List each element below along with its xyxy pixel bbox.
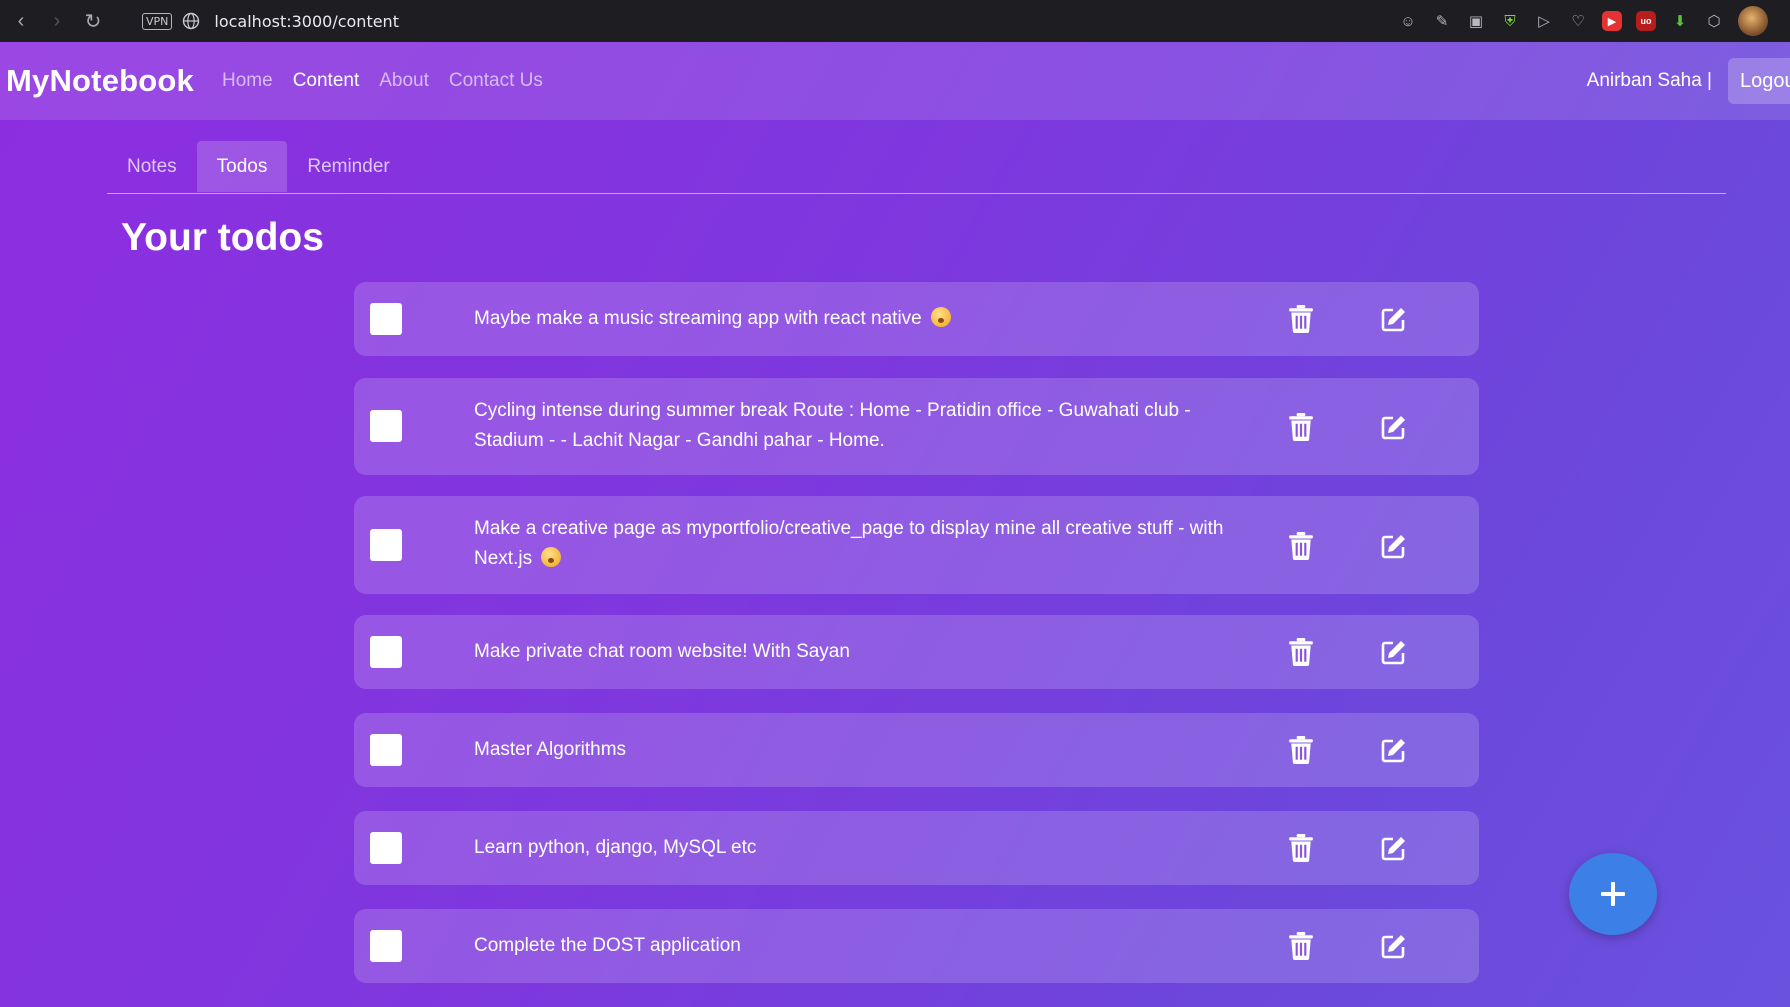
- todo-text-content: Make a creative page as myportfolio/crea…: [474, 518, 1224, 569]
- content-tabs: Notes Todos Reminder: [107, 141, 1726, 194]
- todo-text-content: Learn python, django, MySQL etc: [474, 837, 757, 858]
- forward-arrow-icon[interactable]: ›: [42, 6, 72, 36]
- edit-note-icon[interactable]: ✎: [1432, 11, 1452, 31]
- edit-icon[interactable]: [1381, 835, 1407, 861]
- tab-notes[interactable]: Notes: [107, 141, 197, 192]
- thinking-emoji-icon: [931, 307, 952, 327]
- add-todo-button[interactable]: [1569, 853, 1657, 935]
- todo-text: Complete the DOST application: [474, 931, 1234, 961]
- nav-link-about[interactable]: About: [379, 70, 429, 92]
- trash-icon[interactable]: [1288, 532, 1314, 560]
- nav-links: Home Content About Contact Us: [222, 70, 543, 92]
- package-icon[interactable]: ⬡: [1704, 11, 1724, 31]
- todo-item: Master Algorithms: [354, 713, 1479, 787]
- plus-icon: [1601, 882, 1625, 906]
- extension-toolbar: ☺ ✎ ▣ ⛨ ▷ ♡ ▶ uo ⬇ ⬡: [1398, 6, 1768, 36]
- todo-text-content: Make private chat room website! With Say…: [474, 641, 850, 662]
- vpn-badge[interactable]: VPN: [142, 12, 173, 30]
- send-icon[interactable]: ▷: [1534, 11, 1554, 31]
- edit-icon[interactable]: [1381, 737, 1407, 763]
- thinking-emoji-icon: [541, 547, 562, 567]
- edit-icon[interactable]: [1381, 414, 1407, 440]
- todo-text: Maybe make a music streaming app with re…: [474, 304, 1234, 334]
- camera-icon[interactable]: ▣: [1466, 11, 1486, 31]
- todo-checkbox[interactable]: [370, 303, 402, 335]
- trash-icon[interactable]: [1288, 736, 1314, 764]
- logout-button[interactable]: Logout: [1728, 58, 1790, 104]
- page-title: Your todos: [121, 216, 324, 259]
- todo-text: Make a creative page as myportfolio/crea…: [474, 514, 1234, 574]
- edit-icon[interactable]: [1381, 306, 1407, 332]
- tab-todos[interactable]: Todos: [196, 141, 288, 192]
- nav-link-home[interactable]: Home: [222, 70, 273, 92]
- back-arrow-icon[interactable]: ‹: [6, 6, 36, 36]
- tab-reminder[interactable]: Reminder: [287, 141, 409, 192]
- profile-avatar[interactable]: [1738, 6, 1768, 36]
- nav-link-content[interactable]: Content: [293, 70, 360, 92]
- todo-item: Make private chat room website! With Say…: [354, 615, 1479, 689]
- edit-icon[interactable]: [1381, 933, 1407, 959]
- page: MyNotebook Home Content About Contact Us…: [0, 42, 1790, 1007]
- todo-text: Cycling intense during summer break Rout…: [474, 396, 1234, 456]
- reload-icon[interactable]: ↻: [78, 6, 108, 36]
- address-bar[interactable]: localhost:3000/content: [214, 12, 399, 31]
- todo-item: Learn python, django, MySQL etc: [354, 811, 1479, 885]
- edit-icon[interactable]: [1381, 639, 1407, 665]
- trash-icon[interactable]: [1288, 305, 1314, 333]
- ublock-icon[interactable]: uo: [1636, 11, 1656, 31]
- user-name: Anirban Saha |: [1586, 70, 1712, 91]
- todo-item: Maybe make a music streaming app with re…: [354, 282, 1479, 356]
- navbar: MyNotebook Home Content About Contact Us…: [0, 42, 1790, 120]
- todo-checkbox[interactable]: [370, 410, 402, 442]
- youtube-icon[interactable]: ▶: [1602, 11, 1622, 31]
- todo-checkbox[interactable]: [370, 734, 402, 766]
- todo-checkbox[interactable]: [370, 930, 402, 962]
- todo-item: Complete the DOST application: [354, 909, 1479, 983]
- edit-icon[interactable]: [1381, 533, 1407, 559]
- todo-item: Make a creative page as myportfolio/crea…: [354, 496, 1479, 594]
- todo-item: Cycling intense during summer break Rout…: [354, 378, 1479, 475]
- todo-text: Make private chat room website! With Say…: [474, 637, 1234, 667]
- todo-checkbox[interactable]: [370, 636, 402, 668]
- heart-icon[interactable]: ♡: [1568, 11, 1588, 31]
- trash-icon[interactable]: [1288, 834, 1314, 862]
- emoji-icon[interactable]: ☺: [1398, 11, 1418, 31]
- todo-text-content: Complete the DOST application: [474, 935, 741, 956]
- download-icon[interactable]: ⬇: [1670, 11, 1690, 31]
- trash-icon[interactable]: [1288, 932, 1314, 960]
- browser-toolbar: ‹ › ↻ VPN localhost:3000/content ☺ ✎ ▣ ⛨…: [0, 0, 1790, 42]
- shield-check-icon[interactable]: ⛨: [1500, 11, 1520, 31]
- todo-text-content: Cycling intense during summer break Rout…: [474, 400, 1191, 451]
- nav-link-contact[interactable]: Contact Us: [449, 70, 543, 92]
- brand-logo[interactable]: MyNotebook: [6, 63, 194, 99]
- todo-text: Learn python, django, MySQL etc: [474, 833, 1234, 863]
- globe-icon: [183, 12, 200, 30]
- todo-checkbox[interactable]: [370, 832, 402, 864]
- todo-text-content: Master Algorithms: [474, 739, 627, 760]
- todo-text: Master Algorithms: [474, 735, 1234, 765]
- todo-text-content: Maybe make a music streaming app with re…: [474, 308, 922, 329]
- trash-icon[interactable]: [1288, 638, 1314, 666]
- trash-icon[interactable]: [1288, 413, 1314, 441]
- user-area: Anirban Saha | Logout: [1587, 58, 1790, 104]
- todo-checkbox[interactable]: [370, 529, 402, 561]
